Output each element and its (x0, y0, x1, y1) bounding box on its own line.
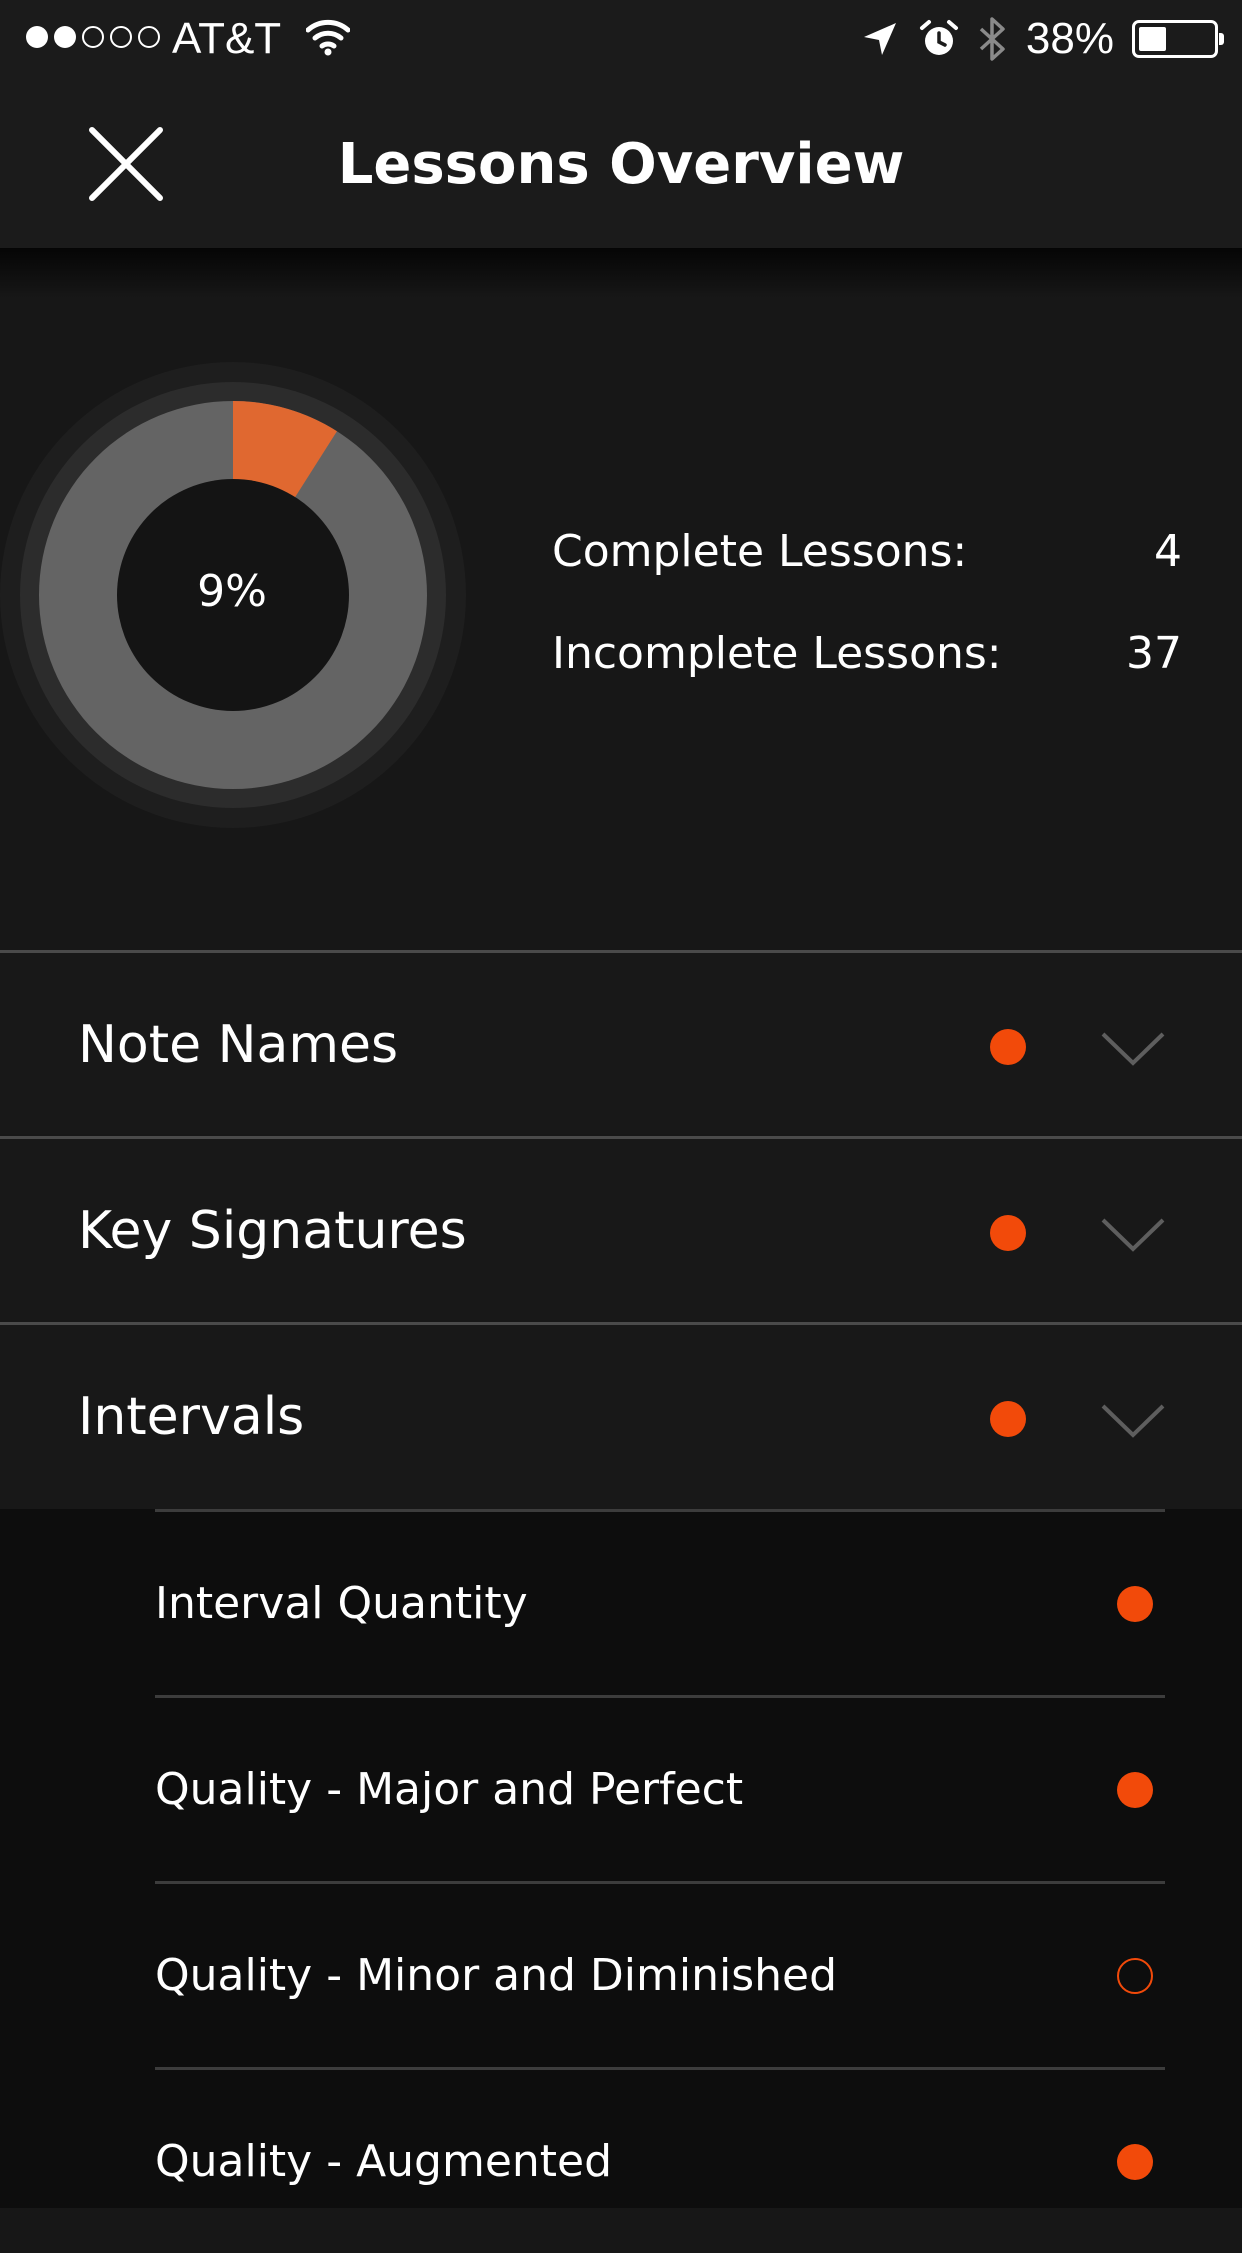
intervals-lesson-list: Interval Quantity Quality - Major and Pe… (0, 1509, 1242, 2208)
battery-percent: 38% (1025, 14, 1114, 63)
lesson-item-minor-diminished[interactable]: Quality - Minor and Diminished (155, 1881, 1165, 2067)
bluetooth-icon (979, 17, 1005, 61)
lesson-label: Quality - Augmented (155, 2136, 613, 2187)
section-intervals[interactable]: Intervals (0, 1322, 1242, 1509)
status-dot (990, 1401, 1026, 1437)
lesson-label: Quality - Minor and Diminished (155, 1950, 838, 2001)
progress-percent-label: 9% (197, 566, 267, 617)
section-note-names[interactable]: Note Names (0, 950, 1242, 1134)
status-dot-complete (1117, 1586, 1153, 1622)
lesson-item-interval-quantity[interactable]: Interval Quantity (155, 1509, 1165, 1695)
chevron-down-icon[interactable] (1100, 1403, 1166, 1439)
battery-icon (1132, 20, 1224, 58)
complete-lessons-stat: Complete Lessons: 4 (552, 526, 1182, 577)
status-bar: AT&T 38% (0, 0, 1242, 80)
alarm-icon (919, 20, 958, 55)
chevron-down-icon[interactable] (1100, 1217, 1166, 1253)
incomplete-lessons-count: 37 (1126, 628, 1182, 679)
incomplete-lessons-stat: Incomplete Lessons: 37 (552, 628, 1182, 679)
incomplete-lessons-label: Incomplete Lessons: (552, 628, 1002, 679)
lesson-item-major-perfect[interactable]: Quality - Major and Perfect (155, 1695, 1165, 1881)
status-dot-incomplete (1117, 1958, 1153, 1994)
wifi-icon (306, 19, 350, 56)
complete-lessons-count: 4 (1154, 526, 1182, 577)
section-key-signatures[interactable]: Key Signatures (0, 1136, 1242, 1320)
location-arrow-icon (863, 23, 896, 55)
lesson-item-augmented[interactable]: Quality - Augmented (155, 2067, 1165, 2253)
lesson-label: Quality - Major and Perfect (155, 1764, 744, 1815)
section-label: Note Names (78, 1015, 399, 1075)
section-label: Key Signatures (78, 1201, 467, 1261)
status-dot-complete (1117, 2144, 1153, 2180)
carrier-name: AT&T (172, 14, 282, 63)
lesson-label: Interval Quantity (155, 1578, 528, 1629)
complete-lessons-label: Complete Lessons: (552, 526, 968, 577)
status-dot (990, 1215, 1026, 1251)
status-dot (990, 1029, 1026, 1065)
lessons-overview-summary: 9% Complete Lessons: 4 Incomplete Lesson… (0, 248, 1242, 950)
battery-level (1139, 27, 1167, 51)
page-title: Lessons Overview (337, 132, 905, 197)
chevron-down-icon[interactable] (1100, 1031, 1166, 1067)
section-label: Intervals (78, 1387, 305, 1447)
header: Lessons Overview (0, 80, 1242, 248)
status-dot-complete (1117, 1772, 1153, 1808)
signal-dots-icon (26, 26, 160, 48)
